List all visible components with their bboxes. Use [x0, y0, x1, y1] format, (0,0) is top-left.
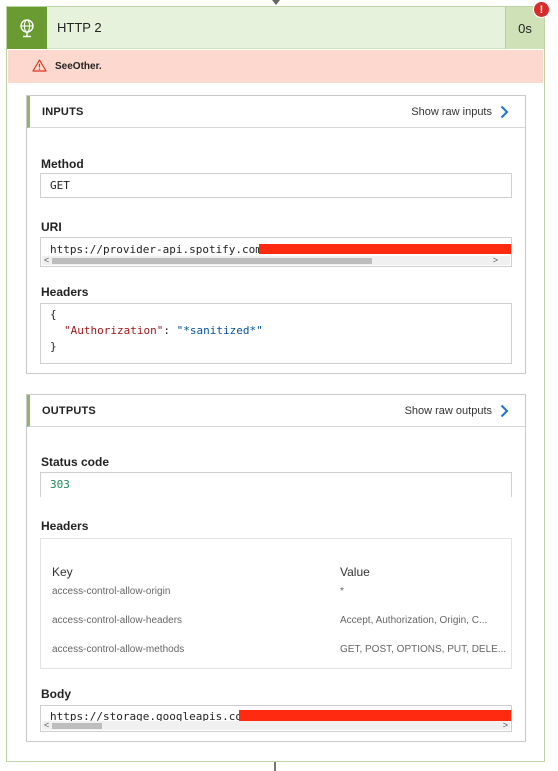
headers-json: { "Authorization": "*sanitized*" } [50, 308, 263, 353]
headers-label: Headers [41, 285, 89, 299]
uri-value: https://provider-api.spotify.com [50, 243, 262, 256]
outputs-header: OUTPUTS Show raw outputs [27, 395, 525, 427]
warning-icon [32, 59, 47, 77]
method-field[interactable]: GET [40, 173, 512, 198]
error-banner: SeeOther. [8, 50, 543, 83]
action-title: HTTP 2 [57, 20, 102, 35]
table-row-value: Accept, Authorization, Origin, C... [340, 615, 488, 626]
error-message: SeeOther. [55, 61, 102, 72]
outputs-section: OUTPUTS Show raw outputs Status code 303… [26, 394, 526, 742]
body-field[interactable]: https://storage.googleapis.co < > [40, 705, 512, 732]
uri-label: URI [41, 220, 62, 234]
table-row-key: access-control-allow-headers [52, 615, 183, 626]
uri-scrollbar[interactable]: < > [42, 255, 510, 265]
body-label: Body [41, 687, 71, 701]
column-key: Key [52, 565, 73, 579]
inputs-header: INPUTS Show raw inputs [27, 96, 525, 128]
table-row-key: access-control-allow-origin [52, 586, 171, 597]
output-headers-label: Headers [41, 519, 89, 533]
outputs-title: OUTPUTS [42, 405, 96, 417]
uri-field[interactable]: https://provider-api.spotify.com < > [40, 237, 512, 267]
error-badge: ! [533, 1, 550, 18]
action-header[interactable]: HTTP 2 0s [7, 7, 544, 49]
status-code-field[interactable]: 303 [40, 472, 512, 497]
headers-value: "*sanitized*" [176, 324, 263, 337]
redaction-mark [239, 710, 511, 721]
show-raw-inputs-link[interactable]: Show raw inputs [411, 105, 509, 119]
column-value: Value [340, 565, 370, 579]
body-scrollbar[interactable]: < > [42, 720, 510, 730]
connector-top [272, 0, 280, 5]
table-row-key: access-control-allow-methods [52, 644, 185, 655]
action-card: HTTP 2 0s SeeOther. INPUTS Show raw inpu… [6, 6, 545, 762]
status-code-label: Status code [41, 455, 110, 469]
table-row-value: * [340, 586, 344, 597]
method-label: Method [41, 157, 84, 171]
headers-table: Key Value access-control-allow-origin * … [40, 538, 512, 669]
show-raw-outputs-link[interactable]: Show raw outputs [405, 404, 509, 418]
table-row-value: GET, POST, OPTIONS, PUT, DELE... [340, 644, 507, 655]
inputs-section: INPUTS Show raw inputs Method GET URI ht… [26, 95, 526, 374]
status-code-value: 303 [50, 478, 70, 491]
method-value: GET [50, 179, 70, 192]
chevron-right-icon [500, 105, 509, 119]
globe-icon [7, 7, 47, 49]
connector-bottom [274, 762, 276, 771]
headers-key: "Authorization" [64, 324, 164, 337]
redaction-mark [259, 244, 511, 254]
headers-field[interactable]: { "Authorization": "*sanitized*" } [40, 303, 512, 364]
chevron-right-icon [500, 404, 509, 418]
show-raw-inputs-label: Show raw inputs [411, 106, 492, 118]
show-raw-outputs-label: Show raw outputs [404, 405, 492, 417]
inputs-title: INPUTS [42, 106, 84, 118]
